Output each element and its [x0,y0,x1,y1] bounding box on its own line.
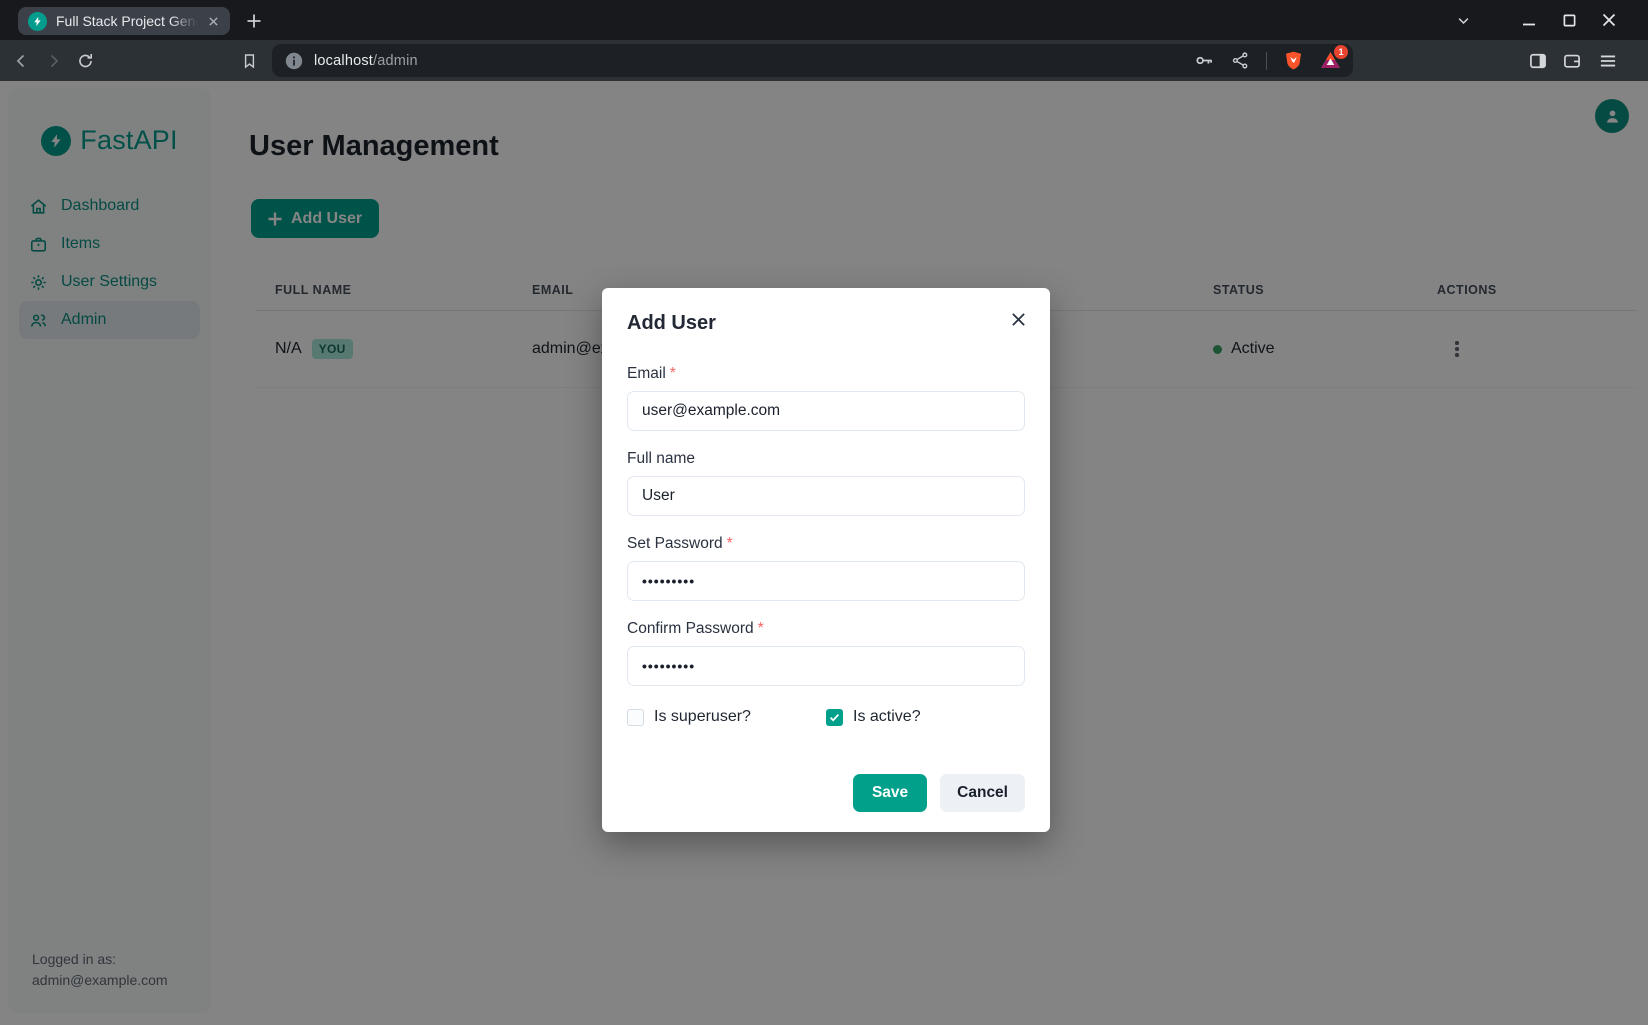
url-path: /admin [373,53,418,69]
tab-strip: Full Stack Project Genera [0,0,1648,40]
is-active-label: Is active? [853,708,921,726]
modal-title: Add User [627,312,1025,335]
checkbox-unchecked-icon [627,709,644,726]
bookmark-icon[interactable] [241,52,258,69]
checkbox-checked-icon [826,709,843,726]
maximize-button[interactable] [1556,7,1582,33]
brave-rewards-icon[interactable]: 1 [1320,50,1341,71]
share-icon[interactable] [1231,51,1250,70]
modal-footer: Save Cancel [627,774,1025,812]
reload-button[interactable] [76,51,95,70]
email-label: Email* [627,365,1025,383]
url-text: localhost/admin [314,53,418,69]
brave-shield-icon[interactable] [1283,50,1304,71]
modal-close-button[interactable] [1002,303,1034,335]
full-name-field-group: Full name [627,450,1025,535]
set-password-field[interactable] [627,561,1025,601]
confirm-password-field[interactable] [627,646,1025,686]
checkbox-row: Is superuser? Is active? [627,708,1025,726]
set-password-label: Set Password* [627,535,1025,553]
minimize-button[interactable] [1516,7,1542,33]
back-button[interactable] [12,51,31,70]
confirm-password-label: Confirm Password* [627,620,1025,638]
full-name-label: Full name [627,450,1025,468]
window-controls [1450,0,1648,40]
tab-search-chevron-icon[interactable] [1450,7,1476,33]
full-name-field[interactable] [627,476,1025,516]
email-field[interactable] [627,391,1025,431]
url-host: localhost [314,53,373,69]
confirm-password-field-group: Confirm Password* [627,620,1025,705]
required-asterisk: * [758,620,764,637]
wallet-icon[interactable] [1562,51,1582,71]
new-tab-button[interactable] [243,10,265,32]
is-superuser-checkbox[interactable]: Is superuser? [627,708,826,726]
rewards-count-badge: 1 [1334,45,1348,59]
email-field-group: Email* [627,365,1025,450]
add-user-modal: Add User Email* Full name Set Password* … [602,288,1050,832]
close-window-button[interactable] [1596,7,1622,33]
toolbar-divider [1266,52,1267,70]
save-button[interactable]: Save [853,774,927,812]
site-info-icon[interactable] [285,52,303,70]
is-superuser-label: Is superuser? [654,708,751,726]
page-viewport: FastAPI Dashboard Items User Settings [0,81,1648,1025]
password-key-icon[interactable] [1194,50,1215,71]
browser-tab[interactable]: Full Stack Project Genera [18,7,230,35]
sidebar-toggle-icon[interactable] [1528,51,1548,71]
required-asterisk: * [670,365,676,382]
url-bar[interactable]: localhost/admin 1 [272,44,1353,77]
browser-toolbar: localhost/admin 1 [0,40,1648,81]
is-active-checkbox[interactable]: Is active? [826,708,1025,726]
cancel-button[interactable]: Cancel [940,774,1025,812]
browser-chrome: Full Stack Project Genera [0,0,1648,81]
forward-button[interactable] [44,51,63,70]
fastapi-favicon-icon [28,12,47,31]
menu-hamburger-icon[interactable] [1598,51,1618,71]
tab-close-icon[interactable] [202,10,224,32]
required-asterisk: * [727,535,733,552]
tab-title: Full Stack Project Genera [56,13,202,29]
set-password-field-group: Set Password* [627,535,1025,620]
